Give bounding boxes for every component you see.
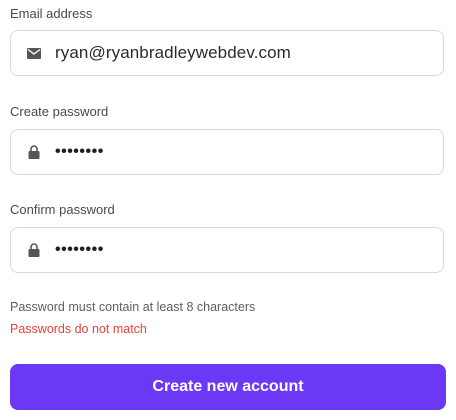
lock-icon [27, 145, 41, 159]
confirm-password-field[interactable]: •••••••• [10, 227, 444, 273]
create-password-label: Create password [10, 104, 109, 119]
email-label: Email address [10, 6, 93, 21]
password-hint: Password must contain at least 8 charact… [10, 300, 256, 314]
signup-form: Email address ryan@ryanbradleywebdev.com… [0, 0, 456, 420]
create-password-value: •••••••• [55, 143, 104, 160]
email-value: ryan@ryanbradleywebdev.com [55, 43, 291, 62]
email-field[interactable]: ryan@ryanbradleywebdev.com [10, 30, 444, 76]
confirm-password-value: •••••••• [55, 241, 104, 258]
create-account-button[interactable]: Create new account [10, 364, 446, 410]
lock-icon [27, 243, 41, 257]
password-error: Passwords do not match [10, 322, 147, 336]
confirm-password-label: Confirm password [10, 202, 115, 217]
create-password-field[interactable]: •••••••• [10, 129, 444, 175]
envelope-icon [27, 46, 41, 60]
